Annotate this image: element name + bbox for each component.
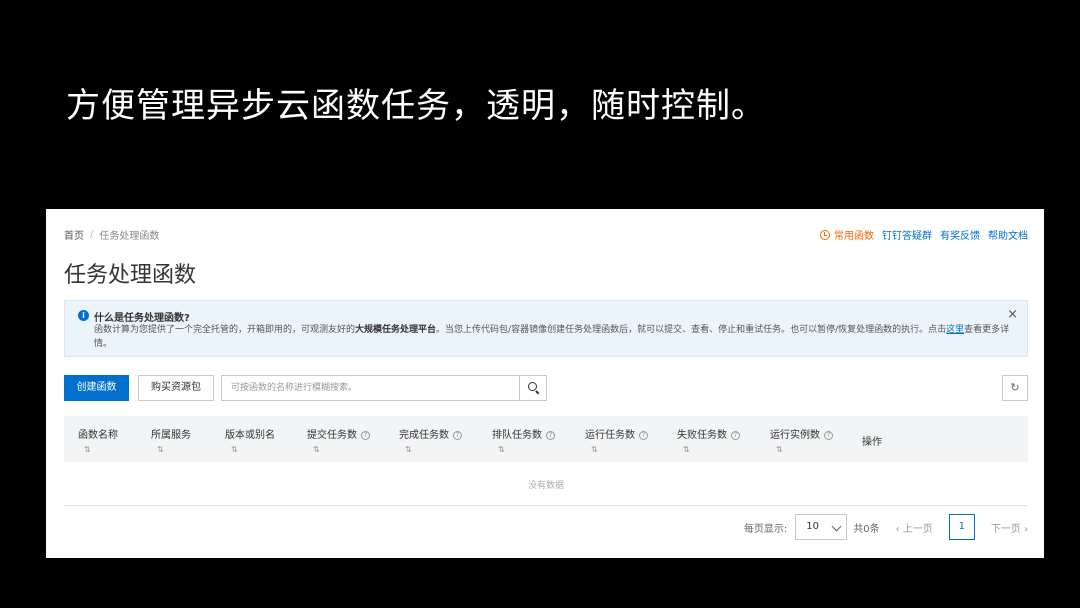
search-button[interactable] bbox=[519, 376, 546, 400]
column-label: 失败任务数 bbox=[677, 430, 727, 441]
notice-text-1: 函数计算为您提供了一个完全托管的，开箱即用的，可观测友好的 bbox=[94, 325, 356, 335]
table-header: 函数名称 ⇅ 所属服务 ⇅ 版本或别名 ⇅ 提交任务数? ⇅ 完成任务数? ⇅ 排队任务数… bbox=[64, 416, 1028, 462]
column-header[interactable]: 运行任务数? ⇅ bbox=[585, 426, 648, 454]
info-notice: i 什么是任务处理函数? 函数计算为您提供了一个完全托管的，开箱即用的，可观测友… bbox=[64, 300, 1028, 357]
page-size-value: 10 bbox=[806, 521, 819, 532]
help-icon[interactable]: ? bbox=[361, 431, 370, 440]
breadcrumb-current: 任务处理函数 bbox=[99, 231, 160, 242]
dingtalk-group-link[interactable]: 钉钉答疑群 bbox=[882, 227, 932, 242]
search-input[interactable] bbox=[222, 376, 520, 400]
help-docs-link[interactable]: 帮助文档 bbox=[988, 227, 1028, 242]
functions-table: 函数名称 ⇅ 所属服务 ⇅ 版本或别名 ⇅ 提交任务数? ⇅ 完成任务数? ⇅ 排队任务数… bbox=[64, 416, 1028, 506]
column-header-actions: 操作 bbox=[862, 433, 882, 448]
column-label: 排队任务数 bbox=[492, 430, 542, 441]
notice-more-link[interactable]: 这里 bbox=[946, 325, 964, 335]
info-icon: i bbox=[78, 310, 89, 321]
next-page-button[interactable]: 下一页 › bbox=[991, 520, 1028, 535]
buy-resource-pack-button[interactable]: 购买资源包 bbox=[138, 375, 214, 401]
column-label: 版本或别名 bbox=[225, 430, 275, 441]
help-icon[interactable]: ? bbox=[453, 431, 462, 440]
column-label: 提交任务数 bbox=[307, 430, 357, 441]
top-links: 常用函数 钉钉答疑群 有奖反馈 帮助文档 bbox=[820, 227, 1028, 242]
notice-title: 什么是任务处理函数? bbox=[94, 313, 190, 324]
toolbar: 创建函数 购买资源包 ↻ bbox=[64, 375, 1028, 401]
sort-icon[interactable]: ⇅ bbox=[231, 445, 275, 454]
sort-icon[interactable]: ⇅ bbox=[157, 445, 191, 454]
column-header[interactable]: 提交任务数? ⇅ bbox=[307, 426, 370, 454]
help-icon[interactable]: ? bbox=[639, 431, 648, 440]
chevron-down-icon bbox=[831, 521, 842, 532]
clock-icon bbox=[820, 229, 830, 240]
table-body: 没有数据 bbox=[64, 462, 1028, 506]
total-count: 共0条 bbox=[853, 523, 880, 535]
prev-page-button[interactable]: ‹ 上一页 bbox=[896, 520, 933, 535]
sort-icon[interactable]: ⇅ bbox=[591, 445, 648, 454]
page-size-label: 每页显示: bbox=[743, 523, 788, 535]
notice-text-bold: 大规模任务处理平台 bbox=[355, 325, 437, 335]
refresh-icon: ↻ bbox=[1010, 381, 1020, 394]
help-icon[interactable]: ? bbox=[824, 431, 833, 440]
sort-icon[interactable]: ⇅ bbox=[405, 445, 462, 454]
sort-icon[interactable]: ⇅ bbox=[776, 445, 833, 454]
create-function-button[interactable]: 创建函数 bbox=[64, 375, 129, 401]
column-label: 函数名称 bbox=[78, 430, 118, 441]
column-header[interactable]: 函数名称 ⇅ bbox=[78, 426, 118, 454]
pagination: 每页显示: 10 共0条 ‹ 上一页 1 下一页 › bbox=[744, 514, 1028, 540]
feedback-link[interactable]: 有奖反馈 bbox=[940, 227, 980, 242]
help-icon[interactable]: ? bbox=[731, 431, 740, 440]
top-bar: 首页 / 任务处理函数 常用函数 钉钉答疑群 有奖反馈 帮助文档 bbox=[64, 227, 1028, 242]
sort-icon[interactable]: ⇅ bbox=[313, 445, 370, 454]
refresh-button[interactable]: ↻ bbox=[1002, 375, 1028, 401]
column-header[interactable]: 运行实例数? ⇅ bbox=[770, 426, 833, 454]
column-header[interactable]: 失败任务数? ⇅ bbox=[677, 426, 740, 454]
breadcrumb-separator: / bbox=[90, 229, 94, 240]
empty-state: 没有数据 bbox=[527, 481, 564, 491]
page-size-select[interactable]: 10 bbox=[795, 514, 848, 540]
breadcrumb: 首页 / 任务处理函数 bbox=[64, 227, 159, 242]
sort-icon[interactable]: ⇅ bbox=[683, 445, 740, 454]
column-header[interactable]: 排队任务数? ⇅ bbox=[492, 426, 555, 454]
slide-title: 方便管理异步云函数任务，透明，随时控制。 bbox=[66, 86, 766, 126]
search-icon bbox=[528, 382, 537, 391]
page-title: 任务处理函数 bbox=[64, 263, 197, 288]
notice-text-2: 。当您上传代码包/容器镜像创建任务处理函数后，就可以提交、查看、停止和重试任务。… bbox=[436, 325, 947, 335]
help-icon[interactable]: ? bbox=[546, 431, 555, 440]
close-icon[interactable]: × bbox=[1007, 308, 1018, 321]
column-header[interactable]: 所属服务 ⇅ bbox=[151, 426, 191, 454]
console-screenshot: 首页 / 任务处理函数 常用函数 钉钉答疑群 有奖反馈 帮助文档 任务处理函数 … bbox=[46, 209, 1044, 558]
column-label: 所属服务 bbox=[151, 430, 191, 441]
column-label: 运行任务数 bbox=[585, 430, 635, 441]
column-label: 运行实例数 bbox=[770, 430, 820, 441]
column-label: 完成任务数 bbox=[399, 430, 449, 441]
breadcrumb-home[interactable]: 首页 bbox=[64, 227, 84, 242]
column-header[interactable]: 版本或别名 ⇅ bbox=[225, 426, 275, 454]
common-functions-link[interactable]: 常用函数 bbox=[820, 227, 874, 242]
sort-icon[interactable]: ⇅ bbox=[498, 445, 555, 454]
column-label: 操作 bbox=[862, 437, 882, 448]
column-header[interactable]: 完成任务数? ⇅ bbox=[399, 426, 462, 454]
notice-body: 函数计算为您提供了一个完全托管的，开箱即用的，可观测友好的大规模任务处理平台。当… bbox=[94, 323, 1014, 351]
sort-icon[interactable]: ⇅ bbox=[84, 445, 118, 454]
common-functions-label: 常用函数 bbox=[834, 231, 874, 242]
page-number-current[interactable]: 1 bbox=[948, 514, 975, 540]
search-box bbox=[221, 375, 547, 401]
